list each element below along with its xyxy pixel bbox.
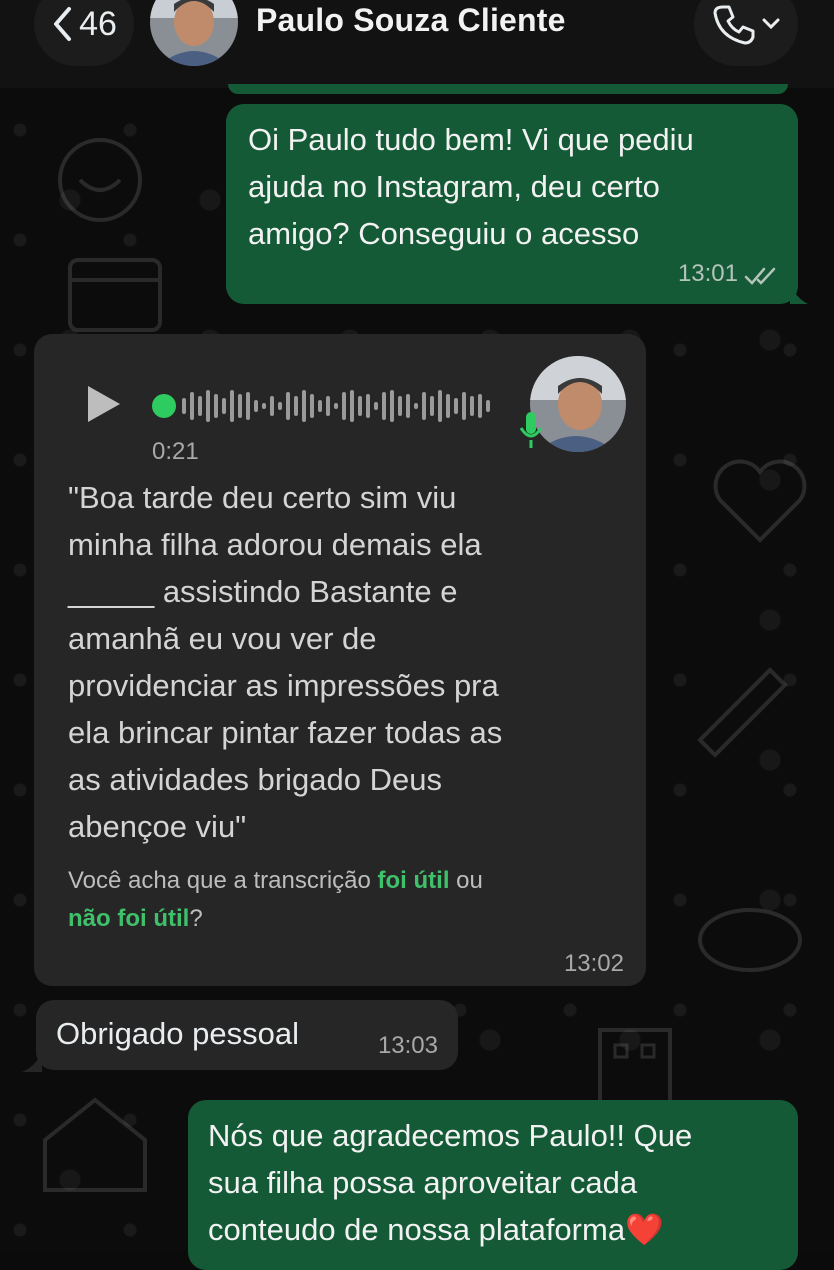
message-time: 13:02: [563, 950, 624, 977]
bubble-tail: [22, 1052, 42, 1072]
house-doodle-icon: [43, 1097, 147, 1192]
contact-name[interactable]: Paulo Souza Cliente: [256, 2, 566, 39]
calendar-doodle-icon: [68, 258, 162, 332]
incoming-voice-message[interactable]: 0:21 "Boa tarde deu certo sim viu minha …: [34, 334, 646, 986]
sender-photo: [530, 356, 626, 452]
unread-count: 46: [79, 4, 117, 43]
pencil-doodle-icon: [697, 667, 788, 758]
back-button[interactable]: 46: [34, 0, 134, 66]
double-check-icon: [744, 267, 776, 285]
message-text-body: Nós que agradecemos Paulo!! Que sua filh…: [208, 1118, 693, 1247]
ball-doodle-icon: [698, 908, 802, 972]
message-time: 13:03: [377, 1032, 438, 1059]
heart-doodle-icon: [713, 459, 807, 543]
bubble-tail: [790, 284, 808, 304]
incoming-message[interactable]: Obrigado pessoal 13:03: [36, 1000, 458, 1070]
call-button[interactable]: [694, 0, 798, 66]
chevron-down-icon: [762, 18, 780, 30]
phone-icon: [713, 5, 755, 45]
heart-emoji: ❤️: [625, 1212, 664, 1247]
message-text: Obrigado pessoal: [56, 1016, 299, 1051]
message-text: Oi Paulo tudo bem! Vi que pediu ajuda no…: [248, 122, 694, 251]
voice-transcript: "Boa tarde deu certo sim viu minha filha…: [68, 480, 503, 844]
previous-message-bubble: [228, 84, 788, 94]
chevron-left-icon: [54, 7, 72, 41]
message-text: Nós que agradecemos Paulo!! Que sua filh…: [208, 1112, 788, 1253]
microphone-icon: [519, 412, 543, 448]
feedback-suffix: ?: [189, 905, 203, 932]
outgoing-message[interactable]: Nós que agradecemos Paulo!! Que sua filh…: [188, 1100, 798, 1270]
feedback-useful-link[interactable]: foi útil: [378, 867, 450, 894]
outgoing-message[interactable]: Oi Paulo tudo bem! Vi que pediu ajuda no…: [226, 104, 798, 304]
message-time: 13:01: [677, 260, 738, 287]
chat-header: 46 Paulo Souza Cliente: [0, 0, 834, 88]
doodle-icon: [58, 138, 142, 222]
play-icon[interactable]: [84, 384, 124, 424]
feedback-prefix: Você acha que a transcrição: [68, 867, 378, 894]
transcript-feedback: Você acha que a transcrição foi útil ou n…: [68, 862, 628, 938]
voice-waveform[interactable]: [150, 386, 494, 426]
voice-duration: 0:21: [152, 438, 199, 465]
feedback-or: ou: [449, 867, 483, 894]
avatar-photo: [150, 0, 238, 66]
feedback-not-useful-link[interactable]: não foi útil: [68, 905, 189, 932]
sender-avatar: [530, 356, 626, 452]
contact-avatar[interactable]: [150, 0, 238, 66]
